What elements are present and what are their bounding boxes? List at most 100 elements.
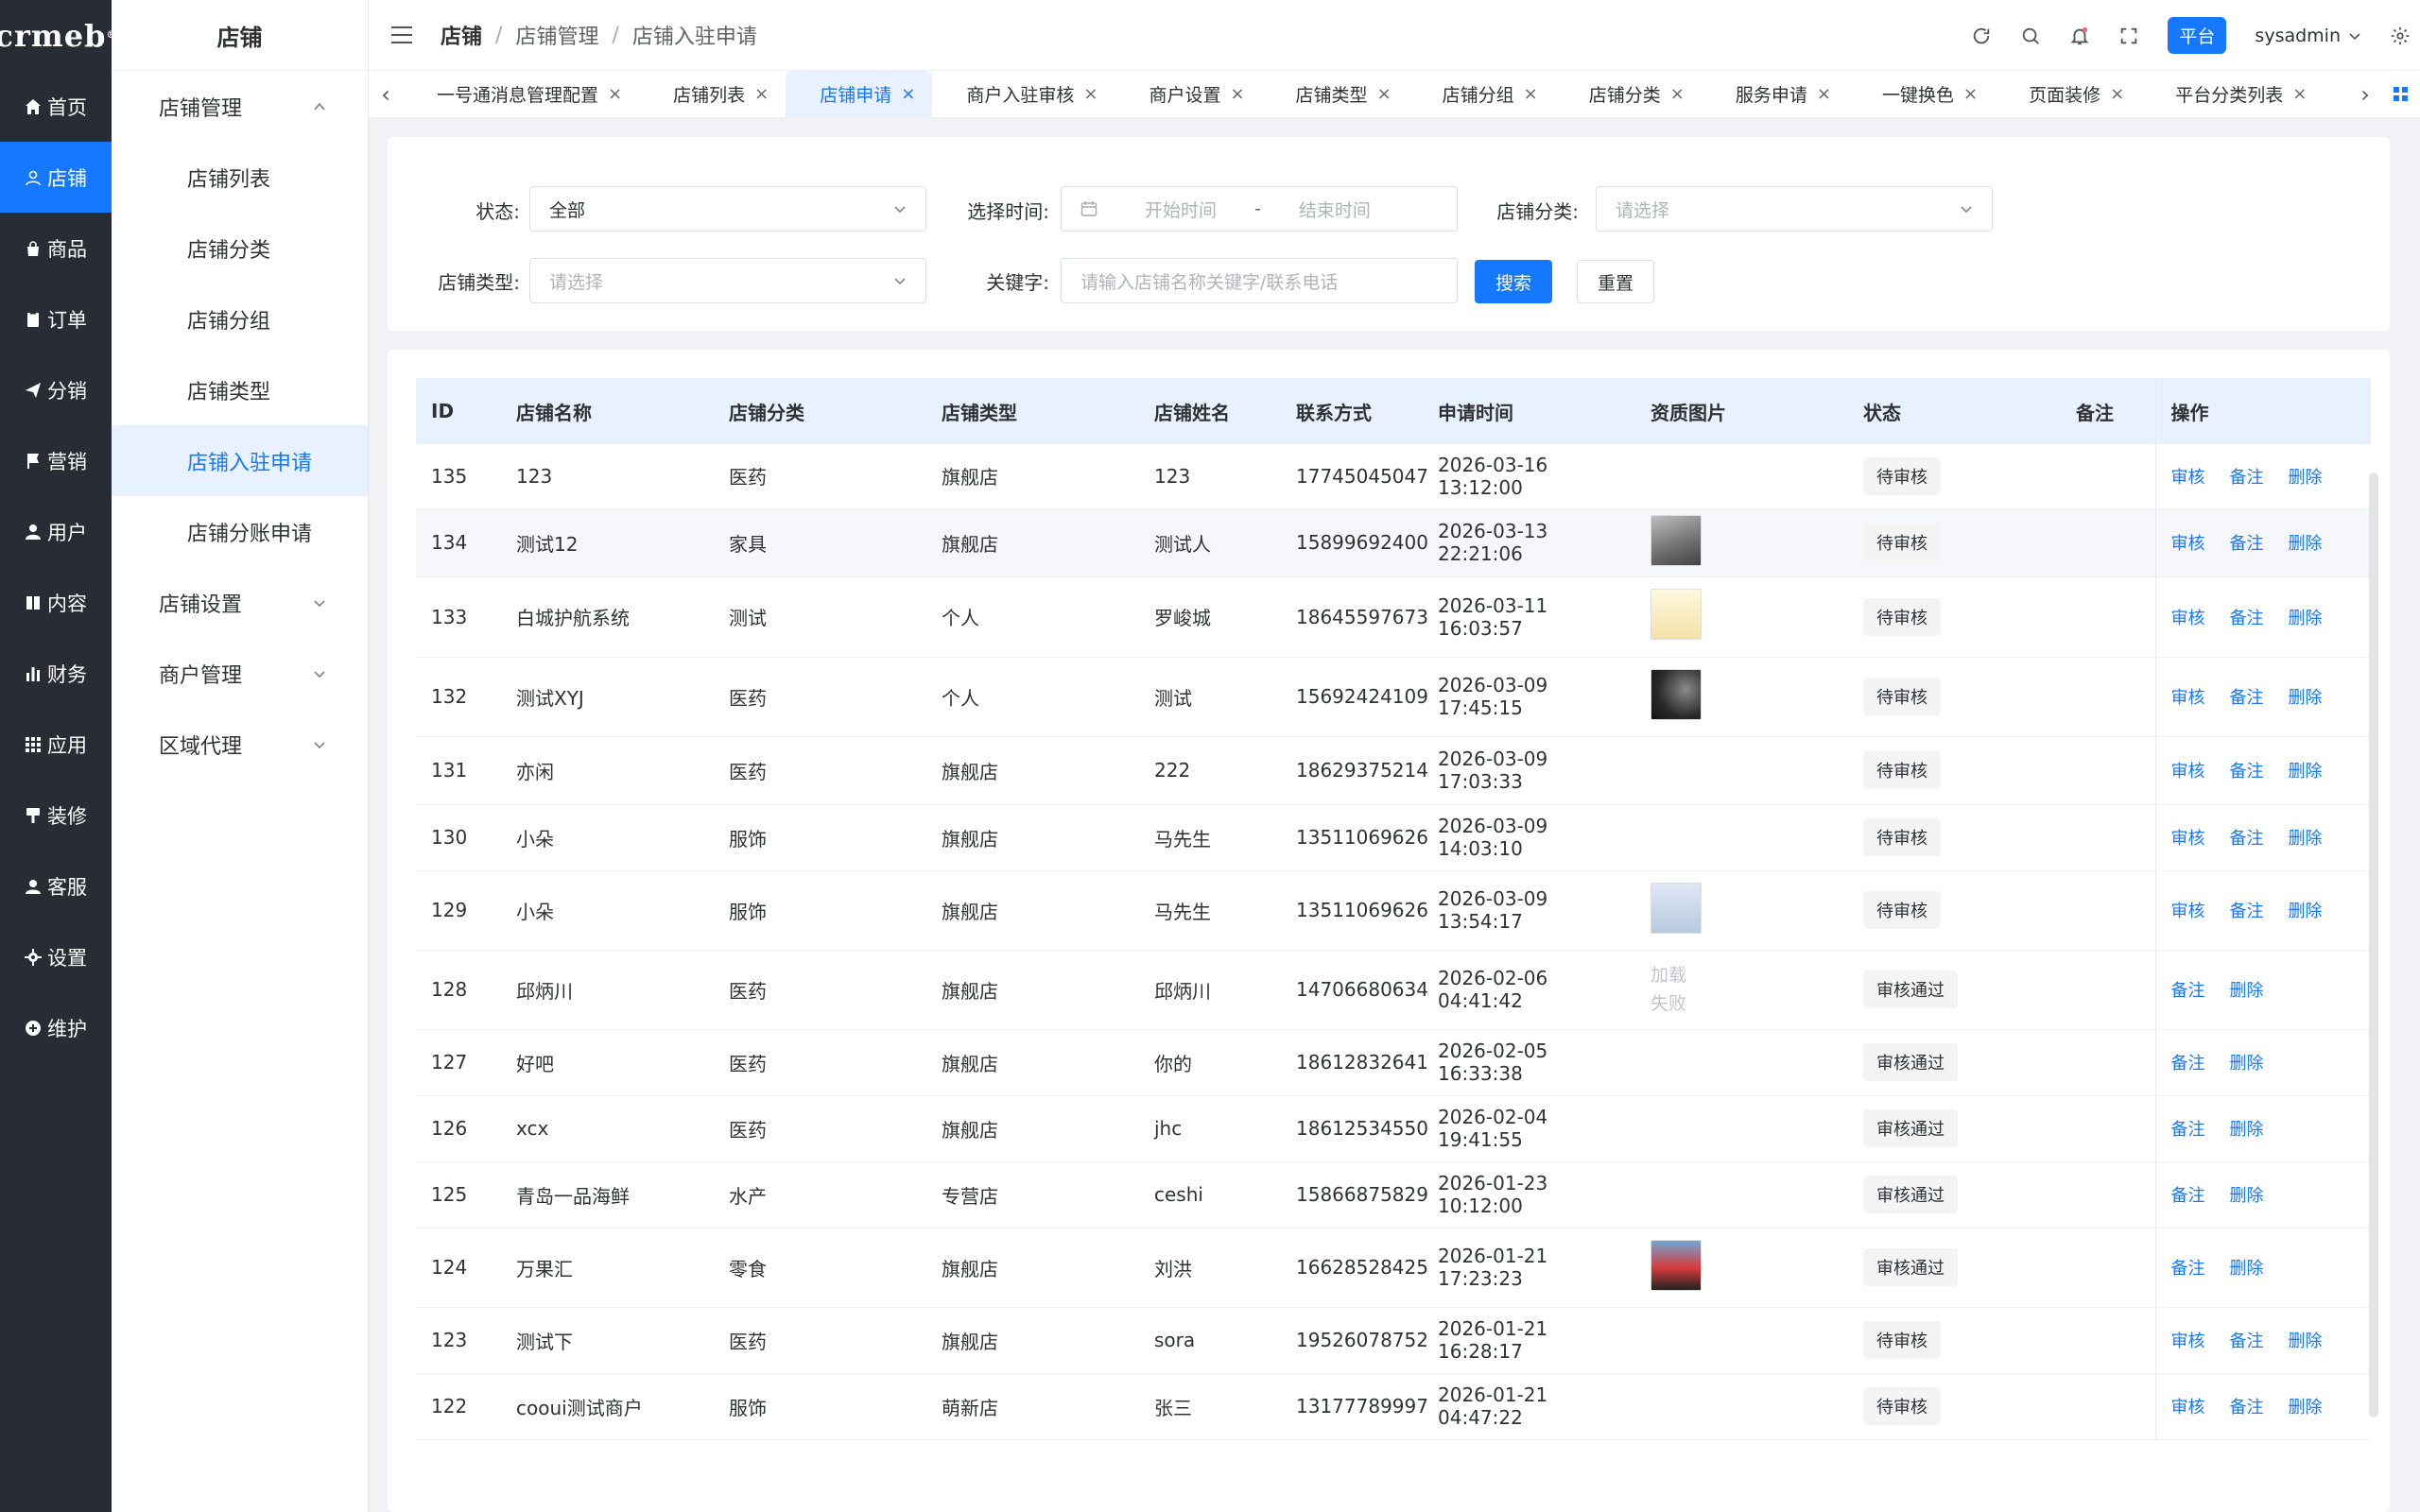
tab-item[interactable]: 店铺申请 × — [786, 71, 933, 117]
remark-link[interactable]: 备注 — [2230, 829, 2264, 849]
submenu-item[interactable]: 店铺列表 — [112, 142, 368, 213]
audit-link[interactable]: 审核 — [2171, 762, 2205, 782]
delete-link[interactable]: 删除 — [2289, 534, 2323, 554]
close-icon[interactable]: × — [1230, 84, 1244, 104]
close-icon[interactable]: × — [1670, 84, 1685, 104]
remark-link[interactable]: 备注 — [2230, 609, 2264, 628]
audit-link[interactable]: 审核 — [2171, 1332, 2205, 1351]
table-row[interactable]: 125 青岛一品海鲜 水产 专营店 ceshi 15866875829 2026-01-23… — [416, 1161, 2371, 1228]
notification-bell-icon[interactable] — [2069, 26, 2090, 46]
tab-item[interactable]: 店铺分类 × — [1555, 71, 1702, 117]
platform-badge[interactable]: 平台 — [2168, 17, 2227, 54]
delete-link[interactable]: 删除 — [2289, 902, 2323, 921]
qualification-thumbnail[interactable] — [1651, 1239, 1702, 1291]
qualification-thumbnail[interactable] — [1651, 668, 1702, 720]
remark-link[interactable]: 备注 — [2171, 1054, 2205, 1074]
nav-item-12[interactable]: 设置 — [0, 921, 112, 992]
delete-link[interactable]: 删除 — [2289, 468, 2323, 488]
nav-item-1[interactable]: 店铺 — [0, 142, 112, 213]
submenu-group[interactable]: 区域代理 — [112, 709, 368, 780]
table-row[interactable]: 135 123 医药 旗舰店 123 17745045047 2026-03-16 13:1… — [416, 444, 2371, 509]
fullscreen-icon[interactable] — [2118, 26, 2139, 46]
remark-link[interactable]: 备注 — [2230, 1332, 2264, 1351]
close-icon[interactable]: × — [901, 84, 915, 104]
tab-item[interactable]: 商品i× — [2324, 71, 2348, 117]
date-range-picker[interactable]: 开始时间 - 结束时间 — [1061, 186, 1458, 232]
date-start[interactable]: 开始时间 — [1145, 197, 1217, 222]
delete-link[interactable]: 删除 — [2289, 1398, 2323, 1418]
delete-link[interactable]: 删除 — [2230, 1120, 2264, 1140]
table-row[interactable]: 131 亦闲 医药 旗舰店 222 18629375214 2026-03-09 17:03… — [416, 736, 2371, 805]
qualification-thumbnail[interactable] — [1651, 589, 1702, 640]
close-icon[interactable]: × — [2292, 84, 2307, 104]
submenu-group[interactable]: 店铺设置 — [112, 567, 368, 638]
submenu-group-store-management[interactable]: 店铺管理 — [112, 71, 368, 142]
nav-item-7[interactable]: 内容 — [0, 567, 112, 638]
breadcrumb-item[interactable]: 店铺管理 — [515, 20, 598, 50]
table-row[interactable]: 128 邱炳川 医药 旗舰店 邱炳川 14706680634 2026-02-06 04:4… — [416, 950, 2371, 1030]
tab-item[interactable]: 一键换色 × — [1848, 71, 1995, 117]
tabs-scroll-left-icon[interactable]: ‹ — [369, 71, 403, 117]
table-row[interactable]: 129 小朵 服饰 旗舰店 马先生 13511069626 2026-03-09 13:54… — [416, 870, 2371, 951]
remark-link[interactable]: 备注 — [2171, 1186, 2205, 1206]
tabs-scroll-right-icon[interactable]: › — [2348, 71, 2382, 117]
nav-item-5[interactable]: 营销 — [0, 425, 112, 496]
tab-item[interactable]: 店铺类型 × — [1262, 71, 1409, 117]
settings-gear-icon[interactable] — [2390, 26, 2411, 46]
vertical-scrollbar[interactable] — [2369, 472, 2378, 1418]
submenu-item[interactable]: 店铺分组 — [112, 284, 368, 354]
app-logo[interactable]: crmeb® — [0, 0, 115, 71]
close-icon[interactable]: × — [608, 84, 622, 104]
audit-link[interactable]: 审核 — [2171, 1398, 2205, 1418]
audit-link[interactable]: 审核 — [2171, 609, 2205, 628]
nav-item-4[interactable]: 分销 — [0, 354, 112, 425]
remark-link[interactable]: 备注 — [2230, 902, 2264, 921]
remark-link[interactable]: 备注 — [2230, 468, 2264, 488]
breadcrumb-item[interactable]: 店铺 — [441, 20, 482, 50]
submenu-item[interactable]: 店铺类型 — [112, 354, 368, 425]
nav-item-8[interactable]: 财务 — [0, 638, 112, 709]
tab-item[interactable]: 平台分类列表 × — [2141, 71, 2324, 117]
audit-link[interactable]: 审核 — [2171, 902, 2205, 921]
submenu-item[interactable]: 店铺分账申请 — [112, 496, 368, 567]
category-select[interactable]: 请选择 — [1596, 186, 1993, 232]
nav-item-13[interactable]: 维护 — [0, 992, 112, 1063]
reset-button[interactable]: 重置 — [1577, 260, 1654, 303]
audit-link[interactable]: 审核 — [2171, 829, 2205, 849]
remark-link[interactable]: 备注 — [2171, 1120, 2205, 1140]
delete-link[interactable]: 删除 — [2289, 829, 2323, 849]
table-row[interactable]: 133 白城护航系统 测试 个人 罗峻城 18645597673 2026-03-11 16… — [416, 576, 2371, 658]
delete-link[interactable]: 删除 — [2230, 1186, 2264, 1206]
tab-item[interactable]: 一号通消息管理配置 × — [403, 71, 639, 117]
close-icon[interactable]: × — [1524, 84, 1538, 104]
refresh-icon[interactable] — [1971, 26, 1992, 46]
nav-item-2[interactable]: 商品 — [0, 213, 112, 284]
menu-toggle-icon[interactable] — [391, 26, 412, 43]
nav-item-6[interactable]: 用户 — [0, 496, 112, 567]
nav-item-10[interactable]: 装修 — [0, 780, 112, 850]
date-end[interactable]: 结束时间 — [1299, 197, 1371, 222]
delete-link[interactable]: 删除 — [2230, 1259, 2264, 1279]
table-row[interactable]: 127 好吧 医药 旗舰店 你的 18612832641 2026-02-05 16:33:… — [416, 1029, 2371, 1096]
delete-link[interactable]: 删除 — [2230, 981, 2264, 1001]
tab-item[interactable]: 店铺列表 × — [639, 71, 786, 117]
tab-item[interactable]: 页面装修 × — [1995, 71, 2141, 117]
delete-link[interactable]: 删除 — [2289, 609, 2323, 628]
remark-link[interactable]: 备注 — [2230, 1398, 2264, 1418]
close-icon[interactable]: × — [1817, 84, 1831, 104]
nav-item-11[interactable]: 客服 — [0, 850, 112, 921]
table-row[interactable]: 130 小朵 服饰 旗舰店 马先生 13511069626 2026-03-09 14:03… — [416, 804, 2371, 871]
table-row[interactable]: 134 测试12 家具 旗舰店 测试人 15899692400 2026-03-13 22:… — [416, 508, 2371, 577]
remark-link[interactable]: 备注 — [2230, 688, 2264, 708]
remark-link[interactable]: 备注 — [2230, 762, 2264, 782]
tab-item[interactable]: 服务申请 × — [1702, 71, 1848, 117]
audit-link[interactable]: 审核 — [2171, 534, 2205, 554]
tab-item[interactable]: 商户入驻审核 × — [932, 71, 1115, 117]
nav-item-9[interactable]: 应用 — [0, 709, 112, 780]
audit-link[interactable]: 审核 — [2171, 468, 2205, 488]
close-icon[interactable]: × — [1963, 84, 1978, 104]
delete-link[interactable]: 删除 — [2289, 1332, 2323, 1351]
audit-link[interactable]: 审核 — [2171, 688, 2205, 708]
table-row[interactable]: 123 测试下 医药 旗舰店 sora 19526078752 2026-01-21 16:… — [416, 1307, 2371, 1374]
type-select[interactable]: 请选择 — [529, 258, 926, 303]
